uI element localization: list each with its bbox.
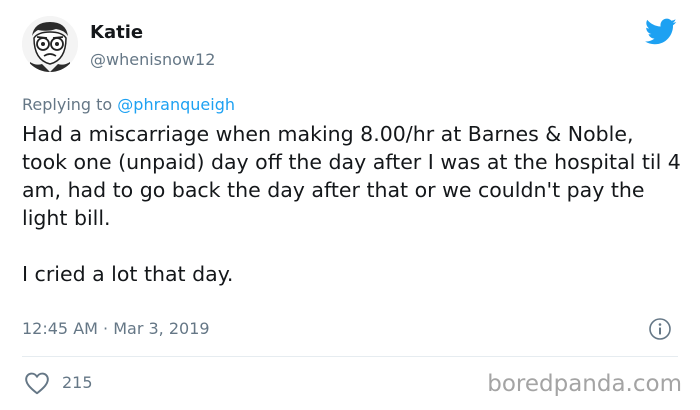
avatar[interactable] — [22, 16, 78, 72]
reply-to-handle-link[interactable]: @phranqueigh — [117, 95, 235, 114]
info-icon[interactable] — [648, 317, 672, 341]
watermark: boredpanda.com — [487, 371, 682, 397]
user-handle[interactable]: @whenisnow12 — [90, 49, 215, 71]
divider — [22, 356, 678, 357]
display-name[interactable]: Katie — [90, 21, 143, 45]
tweet-timestamp[interactable]: 12:45 AM · Mar 3, 2019 — [22, 318, 210, 340]
twitter-bird-icon — [644, 18, 677, 46]
replying-to: Replying to @phranqueigh — [22, 94, 235, 116]
tweet-text: Had a miscarriage when making 8.00/hr at… — [22, 120, 682, 288]
replying-to-prefix: Replying to — [22, 95, 118, 114]
like-count: 215 — [62, 373, 93, 392]
avatar-cartoon-face-icon — [22, 16, 78, 72]
tweet-paragraph: Had a miscarriage when making 8.00/hr at… — [22, 122, 681, 230]
heart-icon[interactable] — [24, 371, 50, 395]
tweet-paragraph: I cried a lot that day. — [22, 262, 234, 286]
